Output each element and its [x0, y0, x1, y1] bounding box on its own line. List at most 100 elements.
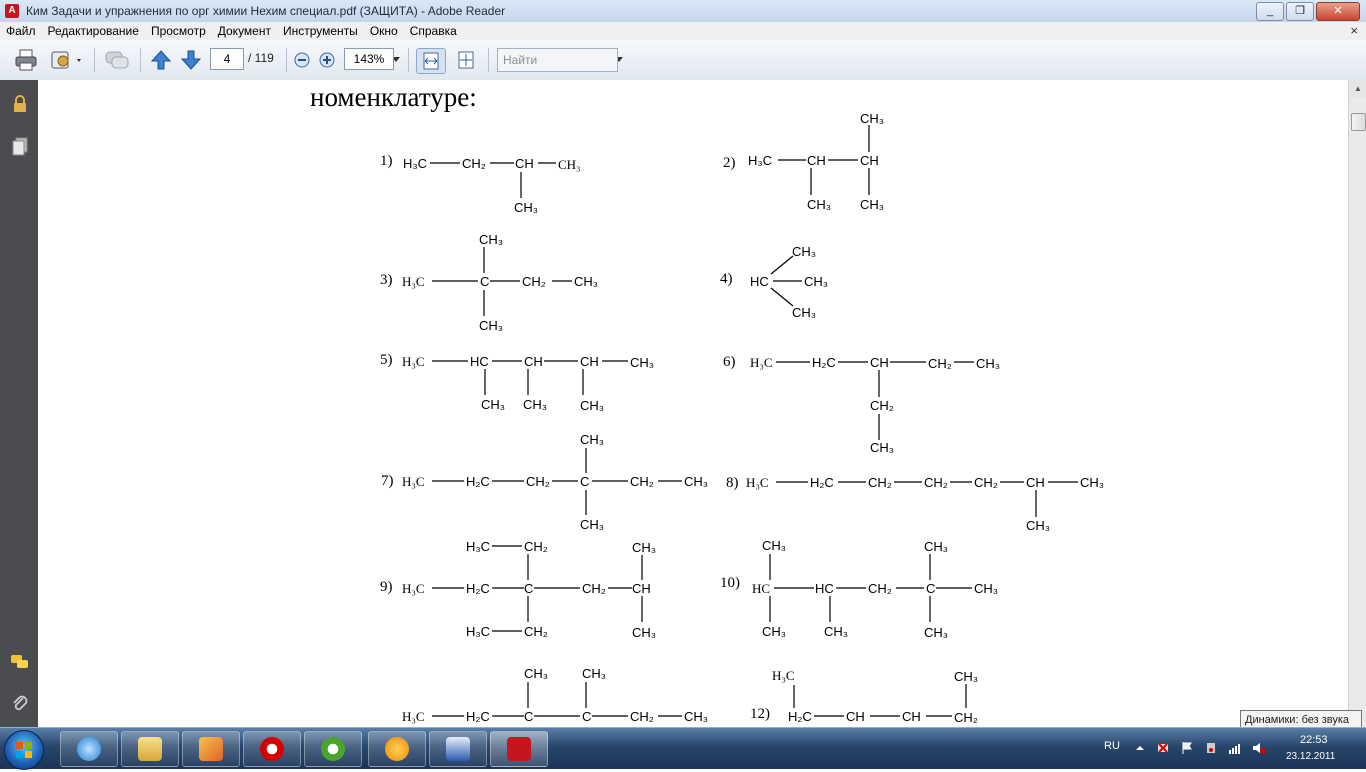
menu-edit[interactable]: Редактирование	[42, 24, 145, 38]
svg-text:CH: CH	[846, 709, 865, 724]
clock-time[interactable]: 22:53	[1300, 734, 1328, 746]
search-input[interactable]: Найти	[497, 48, 618, 72]
svg-text:CH₃: CH₃	[807, 197, 831, 212]
share-button[interactable]	[48, 48, 86, 72]
svg-text:CH: CH	[870, 355, 889, 370]
close-document-icon[interactable]: ×	[1350, 23, 1358, 38]
svg-text:H₂C: H₂C	[466, 581, 490, 596]
svg-text:CH: CH	[515, 156, 534, 171]
taskbar-explorer[interactable]	[121, 731, 179, 767]
svg-text:CH: CH	[1026, 475, 1045, 490]
internet-explorer-icon	[77, 737, 101, 761]
zoom-in-icon	[319, 52, 335, 68]
menu-file[interactable]: Файл	[0, 24, 42, 38]
scroll-up-icon[interactable]: ▲	[1349, 80, 1366, 98]
svg-text:C: C	[926, 581, 935, 596]
svg-text:H₂C: H₂C	[812, 355, 836, 370]
svg-text:HC: HC	[752, 581, 770, 596]
svg-text:CH₃: CH₃	[523, 397, 547, 412]
fit-page-button[interactable]	[452, 48, 480, 72]
svg-text:H₃C: H₃C	[403, 156, 427, 171]
menu-help[interactable]: Справка	[404, 24, 463, 38]
comments-icon[interactable]	[10, 652, 30, 672]
svg-text:H₂C: H₂C	[788, 709, 812, 724]
taskbar-word[interactable]	[429, 731, 487, 767]
svg-text:CH₂: CH₂	[522, 274, 546, 289]
device-icon[interactable]	[1204, 741, 1218, 755]
svg-text:CH₂: CH₂	[582, 581, 606, 596]
svg-text:CH₂: CH₂	[462, 156, 486, 171]
svg-text:H₃C: H₃C	[746, 475, 769, 490]
svg-text:CH₃: CH₃	[558, 157, 581, 172]
speech-bubbles-icon	[105, 51, 129, 69]
svg-text:CH₃: CH₃	[580, 432, 604, 447]
svg-text:CH₂: CH₂	[524, 624, 548, 639]
zoom-in-button[interactable]	[317, 48, 337, 72]
windows-logo-icon	[16, 742, 32, 758]
svg-text:CH₃: CH₃	[632, 625, 656, 640]
next-page-button[interactable]	[178, 48, 204, 72]
print-button[interactable]	[12, 48, 40, 72]
zoom-out-icon	[294, 52, 310, 68]
zoom-level-input[interactable]: 143%	[344, 48, 394, 70]
menu-document[interactable]: Документ	[212, 24, 277, 38]
svg-text:CH₃: CH₃	[580, 517, 604, 532]
speaker-muted-icon[interactable]	[1252, 741, 1266, 755]
svg-text:CH₃: CH₃	[479, 318, 503, 333]
svg-text:H₃C: H₃C	[772, 668, 795, 683]
svg-text:CH₃: CH₃	[479, 232, 503, 247]
signal-icon[interactable]	[1228, 741, 1242, 755]
page-total-label: / 119	[248, 51, 274, 65]
vertical-scrollbar[interactable]: ▲	[1348, 80, 1366, 727]
arrow-down-icon	[180, 50, 202, 70]
menu-tools[interactable]: Инструменты	[277, 24, 364, 38]
taskbar-ie[interactable]	[60, 731, 118, 767]
svg-text:CH₂: CH₂	[526, 474, 550, 489]
menu-window[interactable]: Окно	[364, 24, 404, 38]
toolbar-separator	[286, 48, 287, 72]
window-title: Ким Задачи и упражнения по орг химии Нех…	[26, 4, 506, 18]
show-hidden-icons-icon[interactable]	[1133, 741, 1147, 755]
restore-button[interactable]: ❐	[1286, 2, 1314, 21]
atom-labels: H₃C CH₂ CH CH₃ CH₃ H₃C CH CH CH₃ CH₃ CH₃ H₃C C CH₂ C…	[402, 111, 1104, 725]
network-error-icon[interactable]	[1156, 741, 1170, 755]
minimize-button[interactable]: _	[1256, 2, 1284, 21]
scroll-thumb[interactable]	[1351, 113, 1366, 131]
attachments-icon[interactable]	[10, 694, 30, 714]
svg-text:CH₃: CH₃	[630, 355, 654, 370]
svg-text:CH₃: CH₃	[792, 244, 816, 259]
svg-text:CH₃: CH₃	[481, 397, 505, 412]
taskbar-adobe-reader[interactable]	[490, 731, 548, 767]
menu-view[interactable]: Просмотр	[145, 24, 212, 38]
svg-text:CH: CH	[580, 354, 599, 369]
svg-text:H₃C: H₃C	[466, 624, 490, 639]
svg-text:HC: HC	[815, 581, 834, 596]
taskbar-opera[interactable]	[243, 731, 301, 767]
taskbar-utorrent[interactable]	[304, 731, 362, 767]
taskbar: RU 22:53 23.12.2011	[0, 727, 1366, 770]
toolbar-separator	[94, 48, 95, 72]
svg-text:CH₂: CH₂	[928, 356, 952, 371]
svg-text:CH₂: CH₂	[868, 475, 892, 490]
start-button[interactable]	[4, 730, 44, 770]
language-indicator[interactable]: RU	[1104, 740, 1120, 752]
taskbar-mail-agent[interactable]	[368, 731, 426, 767]
svg-text:CH₂: CH₂	[924, 475, 948, 490]
svg-text:CH₂: CH₂	[954, 710, 978, 725]
page-number-input[interactable]: 4	[210, 48, 244, 70]
svg-text:H₂C: H₂C	[466, 709, 490, 724]
zoom-out-button[interactable]	[292, 48, 312, 72]
comment-button[interactable]	[102, 48, 132, 72]
previous-page-button[interactable]	[148, 48, 174, 72]
svg-text:CH₃: CH₃	[762, 538, 786, 553]
adobe-reader-icon	[507, 737, 531, 761]
pages-icon[interactable]	[10, 136, 30, 156]
lock-icon[interactable]	[10, 94, 30, 114]
close-button[interactable]: ✕	[1316, 2, 1360, 21]
svg-text:CH₂: CH₂	[524, 539, 548, 554]
fit-width-button[interactable]	[416, 48, 446, 74]
action-center-flag-icon[interactable]	[1180, 741, 1194, 755]
mail-agent-icon	[385, 737, 409, 761]
taskbar-paint[interactable]	[182, 731, 240, 767]
clock-date[interactable]: 23.12.2011	[1286, 751, 1335, 762]
